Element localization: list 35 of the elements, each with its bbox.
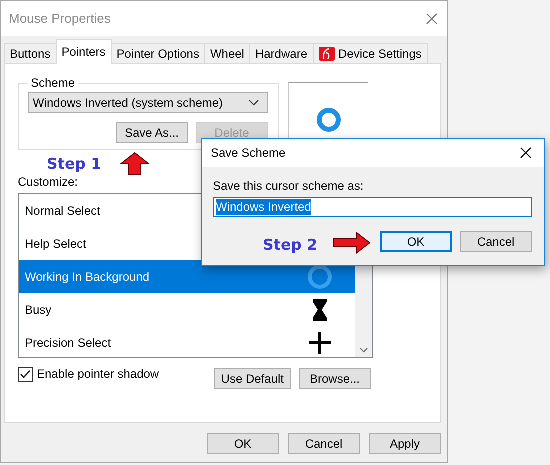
prompt-label: Save this cursor scheme as:: [213, 179, 365, 193]
checkbox[interactable]: [18, 366, 33, 382]
pointer-button[interactable]: Browse...: [299, 368, 371, 389]
pointer-button[interactable]: Use Default: [214, 368, 291, 389]
chevron-icon[interactable]: [360, 348, 368, 353]
up-arrow-icon: [120, 152, 150, 176]
right-arrow-icon: [333, 232, 371, 254]
tab[interactable]: Pointer Options: [110, 43, 206, 63]
dialog-title: Save Scheme: [211, 146, 286, 160]
list-item[interactable]: Working In Background: [19, 260, 355, 293]
dialog-button[interactable]: OK: [380, 231, 452, 252]
window-title: Mouse Properties: [9, 11, 111, 26]
checkbox-label: Enable pointer shadow: [37, 367, 160, 381]
tab[interactable]: Device Settings: [312, 43, 428, 63]
scheme-dropdown[interactable]: Windows Inverted (system scheme): [28, 92, 268, 113]
dialog-button[interactable]: OK: [207, 433, 279, 454]
tab[interactable]: Pointers: [56, 39, 112, 64]
scheme-button[interactable]: Save As...: [116, 122, 188, 143]
crosshair-icon: [307, 332, 333, 354]
list-item[interactable]: Precision Select: [19, 326, 355, 359]
dialog-button[interactable]: Cancel: [288, 433, 360, 454]
dialog-button[interactable]: Cancel: [460, 231, 532, 252]
list-item[interactable]: Busy: [19, 293, 355, 326]
ring-icon: [316, 107, 342, 133]
scheme-name-field[interactable]: Windows Inverted: [213, 197, 532, 217]
ring-icon: [307, 264, 333, 290]
logo-icon: [318, 46, 334, 60]
group-label: Scheme: [30, 76, 76, 90]
tab[interactable]: Buttons: [4, 43, 57, 63]
customize-label: Customize:: [18, 175, 78, 189]
step-label: Step 1: [47, 155, 102, 173]
chevron-icon: [249, 100, 259, 106]
step-label: Step 2: [263, 236, 318, 254]
dialog-button[interactable]: Apply: [369, 433, 441, 454]
close-icon[interactable]: [520, 147, 532, 159]
